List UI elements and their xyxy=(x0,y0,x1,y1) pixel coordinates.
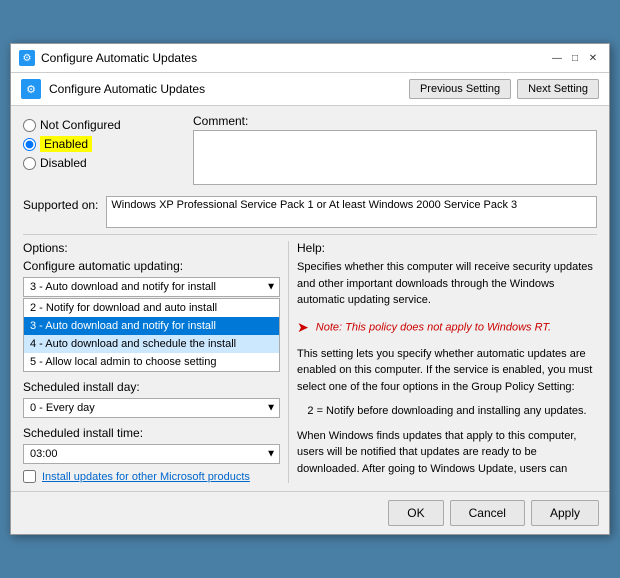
main-window: ⚙ Configure Automatic Updates — □ ✕ ⚙ Co… xyxy=(10,43,610,535)
content-area: Not Configured Enabled Disabled Comment: xyxy=(11,106,609,491)
enabled-radio[interactable] xyxy=(23,138,36,151)
apply-button[interactable]: Apply xyxy=(531,500,599,526)
bottom-buttons: OK Cancel Apply xyxy=(11,491,609,534)
not-configured-radio[interactable] xyxy=(23,119,36,132)
options-help-row: Options: Configure automatic updating: 3… xyxy=(23,241,597,483)
header-icon: ⚙ xyxy=(21,79,41,99)
help-para-0: Specifies whether this computer will rec… xyxy=(297,259,597,309)
dropdown-item-3[interactable]: 5 - Allow local admin to choose setting xyxy=(24,353,279,371)
comment-label: Comment: xyxy=(193,114,597,128)
help-para-1: ➤ Note: This policy does not apply to Wi… xyxy=(297,317,597,338)
help-para-2: This setting lets you specify whether au… xyxy=(297,346,597,396)
minimize-button[interactable]: — xyxy=(549,50,565,66)
comment-section: Comment: xyxy=(193,114,597,188)
next-setting-button[interactable]: Next Setting xyxy=(517,79,599,99)
top-section: Not Configured Enabled Disabled Comment: xyxy=(23,114,597,188)
schedule-day-dropdown[interactable]: 0 - Every day ▼ xyxy=(23,398,280,418)
auto-update-label: Configure automatic updating: xyxy=(23,259,280,273)
header-bar: ⚙ Configure Automatic Updates Previous S… xyxy=(11,73,609,106)
title-bar: ⚙ Configure Automatic Updates — □ ✕ xyxy=(11,44,609,73)
help-label: Help: xyxy=(297,241,597,255)
supported-value: Windows XP Professional Service Pack 1 o… xyxy=(106,196,597,228)
options-label: Options: xyxy=(23,241,280,255)
dropdown-item-0[interactable]: 2 - Notify for download and auto install xyxy=(24,299,279,317)
help-scroll-area[interactable]: Specifies whether this computer will rec… xyxy=(297,259,597,479)
options-panel: Options: Configure automatic updating: 3… xyxy=(23,241,288,483)
comment-input[interactable] xyxy=(193,130,597,185)
maximize-button[interactable]: □ xyxy=(567,50,583,66)
ok-button[interactable]: OK xyxy=(388,500,443,526)
supported-row: Supported on: Windows XP Professional Se… xyxy=(23,196,597,228)
update-type-dropdown[interactable]: 3 - Auto download and notify for install… xyxy=(23,277,280,297)
cancel-button[interactable]: Cancel xyxy=(450,500,525,526)
header-title: Configure Automatic Updates xyxy=(49,82,401,96)
window-icon: ⚙ xyxy=(19,50,35,66)
help-para-4: When Windows finds updates that apply to… xyxy=(297,428,597,480)
microsoft-products-label[interactable]: Install updates for other Microsoft prod… xyxy=(42,471,250,483)
close-button[interactable]: ✕ xyxy=(585,50,601,66)
schedule-time-select[interactable]: 03:00 xyxy=(23,444,280,464)
schedule-day-select[interactable]: 0 - Every day xyxy=(23,398,280,418)
help-para-3: 2 = Notify before downloading and instal… xyxy=(297,403,597,420)
divider xyxy=(23,234,597,235)
schedule-day-label: Scheduled install day: xyxy=(23,380,280,394)
microsoft-products-row: Install updates for other Microsoft prod… xyxy=(23,470,280,483)
update-type-select[interactable]: 3 - Auto download and notify for install… xyxy=(23,277,280,297)
arrow-icon: ➤ xyxy=(297,317,309,338)
disabled-radio[interactable] xyxy=(23,157,36,170)
help-panel: Help: Specifies whether this computer wi… xyxy=(288,241,597,483)
header-buttons: Previous Setting Next Setting xyxy=(409,79,599,99)
title-bar-controls: — □ ✕ xyxy=(549,50,601,66)
not-configured-option[interactable]: Not Configured xyxy=(23,118,183,132)
radio-group: Not Configured Enabled Disabled xyxy=(23,118,183,170)
window-title: Configure Automatic Updates xyxy=(41,51,543,65)
dropdown-item-2[interactable]: 4 - Auto download and schedule the insta… xyxy=(24,335,279,353)
schedule-time-label: Scheduled install time: xyxy=(23,426,280,440)
enabled-option[interactable]: Enabled xyxy=(23,136,183,152)
help-text: Specifies whether this computer will rec… xyxy=(297,259,597,479)
microsoft-products-checkbox[interactable] xyxy=(23,470,36,483)
schedule-time-dropdown[interactable]: 03:00 ▼ xyxy=(23,444,280,464)
dropdown-item-1[interactable]: 3 - Auto download and notify for install xyxy=(24,317,279,335)
supported-label: Supported on: xyxy=(23,196,98,212)
help-note: Note: This policy does not apply to Wind… xyxy=(316,321,551,333)
disabled-option[interactable]: Disabled xyxy=(23,156,183,170)
dropdown-list: 2 - Notify for download and auto install… xyxy=(23,298,280,372)
previous-setting-button[interactable]: Previous Setting xyxy=(409,79,511,99)
config-section: Not Configured Enabled Disabled xyxy=(23,114,183,188)
